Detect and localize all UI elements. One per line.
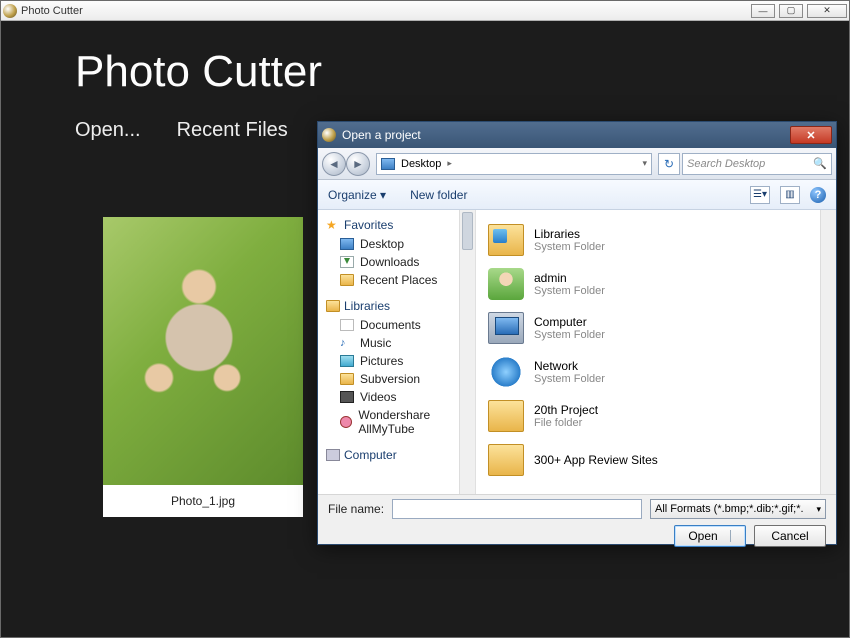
folder-icon bbox=[340, 373, 354, 385]
dialog-toolbar: Organize ▾ New folder ☰▾ ▥ ? bbox=[318, 180, 836, 210]
desktop-icon bbox=[381, 158, 395, 170]
main-window: Photo Cutter — ▢ ✕ Photo Cutter Open... … bbox=[0, 0, 850, 638]
refresh-button[interactable]: ↻ bbox=[658, 153, 680, 175]
breadcrumb-bar[interactable]: Desktop ▸ ▾ bbox=[376, 153, 652, 175]
libraries-icon bbox=[326, 300, 340, 312]
tree-item-music[interactable]: ♪Music bbox=[326, 334, 471, 352]
music-icon: ♪ bbox=[340, 337, 354, 349]
tree-item-documents[interactable]: Documents bbox=[326, 316, 471, 334]
computer-icon bbox=[488, 312, 524, 344]
nav-back-button[interactable]: ◄ bbox=[322, 152, 346, 176]
breadcrumb-text: Desktop bbox=[401, 158, 441, 170]
organize-menu[interactable]: Organize ▾ bbox=[328, 188, 386, 202]
tree-scrollbar[interactable] bbox=[459, 210, 475, 494]
file-list[interactable]: LibrariesSystem Folder adminSystem Folde… bbox=[476, 210, 836, 494]
desktop-icon bbox=[340, 238, 354, 250]
libraries-icon bbox=[488, 224, 524, 256]
file-item-computer[interactable]: ComputerSystem Folder bbox=[480, 306, 832, 350]
dialog-app-icon bbox=[322, 128, 336, 142]
file-type-filter[interactable]: All Formats (*.bmp;*.dib;*.gif;*.▾ bbox=[650, 499, 826, 519]
file-item-network[interactable]: NetworkSystem Folder bbox=[480, 350, 832, 394]
view-mode-button[interactable]: ☰▾ bbox=[750, 186, 770, 204]
chevron-right-icon: ▸ bbox=[447, 158, 452, 169]
preview-pane-button[interactable]: ▥ bbox=[780, 186, 800, 204]
pictures-icon bbox=[340, 355, 354, 367]
dialog-title-bar[interactable]: Open a project ✕ bbox=[318, 122, 836, 148]
video-icon bbox=[340, 391, 354, 403]
folder-icon bbox=[488, 444, 524, 476]
window-title: Photo Cutter bbox=[21, 5, 83, 17]
new-folder-button[interactable]: New folder bbox=[410, 188, 467, 202]
minimize-button[interactable]: — bbox=[751, 4, 775, 18]
file-item-libraries[interactable]: LibrariesSystem Folder bbox=[480, 218, 832, 262]
window-buttons: — ▢ ✕ bbox=[751, 4, 847, 18]
file-item-admin[interactable]: adminSystem Folder bbox=[480, 262, 832, 306]
tree-item-wondershare[interactable]: Wondershare AllMyTube bbox=[326, 406, 471, 438]
user-icon bbox=[488, 268, 524, 300]
cancel-button[interactable]: Cancel bbox=[754, 525, 826, 547]
close-button[interactable]: ✕ bbox=[807, 4, 847, 18]
downloads-icon bbox=[340, 256, 354, 268]
chevron-down-icon[interactable]: ▾ bbox=[642, 158, 647, 169]
star-icon: ★ bbox=[326, 219, 340, 231]
help-button[interactable]: ? bbox=[810, 187, 826, 203]
menu-recent[interactable]: Recent Files bbox=[177, 119, 288, 142]
file-item-300-app-review[interactable]: 300+ App Review Sites bbox=[480, 438, 832, 482]
caret-down-icon: ▾ bbox=[816, 504, 821, 515]
folder-icon bbox=[340, 274, 354, 286]
dialog-nav-bar: ◄ ► Desktop ▸ ▾ ↻ Search Desktop 🔍 bbox=[318, 148, 836, 180]
document-icon bbox=[340, 319, 354, 331]
network-icon bbox=[488, 356, 524, 388]
dialog-title: Open a project bbox=[342, 128, 421, 142]
folder-icon bbox=[488, 400, 524, 432]
nav-tree[interactable]: ★ Favorites Desktop Downloads Recent Plac… bbox=[318, 210, 476, 494]
file-name-label: File name: bbox=[328, 502, 384, 516]
tree-item-downloads[interactable]: Downloads bbox=[326, 253, 471, 271]
app-folder-icon bbox=[340, 416, 352, 428]
caret-down-icon: ▾ bbox=[380, 188, 386, 202]
open-dialog: Open a project ✕ ◄ ► Desktop ▸ ▾ ↻ Searc… bbox=[317, 121, 837, 545]
search-icon: 🔍 bbox=[813, 157, 827, 170]
title-bar: Photo Cutter — ▢ ✕ bbox=[1, 1, 849, 21]
thumbnail-image bbox=[103, 217, 303, 485]
tree-item-videos[interactable]: Videos bbox=[326, 388, 471, 406]
open-button[interactable]: Open bbox=[674, 525, 746, 547]
tree-computer[interactable]: Computer bbox=[344, 448, 397, 462]
thumbnail-caption: Photo_1.jpg bbox=[103, 485, 303, 517]
file-name-input[interactable] bbox=[392, 499, 642, 519]
file-list-scrollbar[interactable] bbox=[820, 210, 836, 494]
app-brand: Photo Cutter bbox=[75, 47, 831, 97]
search-input[interactable]: Search Desktop 🔍 bbox=[682, 153, 832, 175]
tree-item-recent-places[interactable]: Recent Places bbox=[326, 271, 471, 289]
nav-forward-button[interactable]: ► bbox=[346, 152, 370, 176]
maximize-button[interactable]: ▢ bbox=[779, 4, 803, 18]
computer-icon bbox=[326, 449, 340, 461]
file-item-20th-project[interactable]: 20th ProjectFile folder bbox=[480, 394, 832, 438]
tree-libraries[interactable]: Libraries bbox=[344, 299, 390, 313]
dialog-body: ★ Favorites Desktop Downloads Recent Plac… bbox=[318, 210, 836, 494]
dialog-close-button[interactable]: ✕ bbox=[790, 126, 832, 144]
recent-thumbnail[interactable]: Photo_1.jpg bbox=[103, 217, 303, 517]
tree-item-pictures[interactable]: Pictures bbox=[326, 352, 471, 370]
dialog-footer: File name: All Formats (*.bmp;*.dib;*.gi… bbox=[318, 494, 836, 544]
menu-open[interactable]: Open... bbox=[75, 119, 141, 142]
search-placeholder: Search Desktop bbox=[687, 158, 765, 170]
tree-favorites[interactable]: Favorites bbox=[344, 218, 393, 232]
tree-item-desktop[interactable]: Desktop bbox=[326, 235, 471, 253]
app-icon bbox=[3, 4, 17, 18]
tree-item-subversion[interactable]: Subversion bbox=[326, 370, 471, 388]
